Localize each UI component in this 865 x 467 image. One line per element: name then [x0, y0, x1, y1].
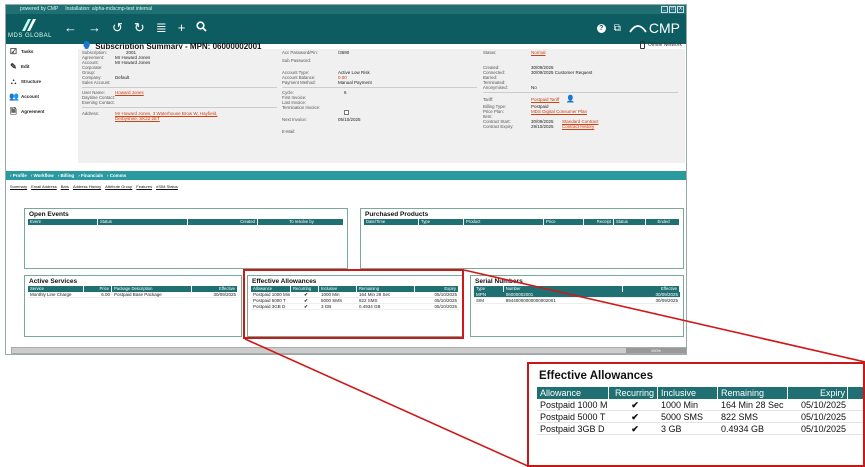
column-header: Allowance — [537, 387, 609, 399]
check-icon: ✔ — [631, 424, 639, 434]
column-header: Remaining — [718, 387, 788, 399]
zoom-table-header: Allowance Recurring Inclusive Remaining … — [537, 387, 863, 399]
check-icon: ✔ — [631, 400, 639, 410]
table-cell: Postpaid 1000 M — [540, 400, 608, 410]
check-icon: ✔ — [631, 412, 639, 422]
column-header: Inclusive — [658, 387, 718, 399]
table-cell: 05/10/2025 — [800, 424, 846, 434]
table-cell: Postpaid 3GB D — [540, 424, 605, 434]
zoom-title: Effective Allowances — [539, 370, 653, 382]
callout-line-top — [463, 269, 865, 363]
table-cell: 5000 SMS — [661, 412, 704, 422]
table-cell: 05/10/2025 — [800, 400, 846, 410]
table-cell: 1000 Min — [661, 400, 699, 410]
zoom-table-row: Postpaid 5000 T ✔ 5000 SMS 822 SMS 05/10… — [537, 411, 863, 423]
zoom-callout: Effective Allowances Allowance Recurring… — [527, 362, 865, 467]
table-cell: Postpaid 5000 T — [540, 412, 606, 422]
table-cell: 822 SMS — [721, 412, 759, 422]
table-cell: 164 Min 28 Sec — [721, 400, 784, 410]
zoom-table-row: Postpaid 1000 M ✔ 1000 Min 164 Min 28 Se… — [537, 399, 863, 411]
column-header: Expiry — [788, 387, 848, 399]
column-header: Recurring — [609, 387, 658, 399]
callout-line-bottom — [244, 338, 531, 467]
table-cell: 3 GB — [661, 424, 682, 434]
zoom-table-row: Postpaid 3GB D ✔ 3 GB 0.4934 GB 05/10/20… — [537, 423, 863, 435]
table-cell: 0.4934 GB — [721, 424, 765, 434]
table-cell: 05/10/2025 — [800, 412, 846, 422]
